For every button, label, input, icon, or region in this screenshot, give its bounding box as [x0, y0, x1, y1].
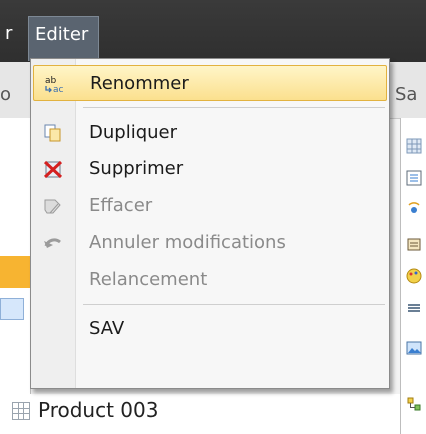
- menu-item-partial[interactable]: r: [5, 16, 12, 52]
- menu-item-label: Dupliquer: [89, 122, 178, 143]
- tree-icon[interactable]: [406, 396, 422, 412]
- menu-item-label: Renommer: [90, 73, 189, 94]
- palette-icon[interactable]: [406, 268, 422, 284]
- undo-icon: [44, 238, 61, 248]
- editer-dropdown-menu: ab ac Renommer Dupliquer Supprimer Effac…: [30, 58, 390, 389]
- menu-item-effacer[interactable]: Effacer: [33, 188, 387, 224]
- document-icon[interactable]: [406, 236, 422, 252]
- menu-item-relancement[interactable]: Relancement: [33, 262, 387, 298]
- menu-item-dupliquer[interactable]: Dupliquer: [33, 115, 387, 151]
- menu-item-sav[interactable]: SAV: [33, 311, 387, 347]
- delete-icon: [43, 160, 63, 179]
- stack-icon[interactable]: [406, 300, 422, 316]
- menu-item-label: Supprimer: [89, 158, 184, 179]
- menu-item-annuler-modifications[interactable]: Annuler modifications: [33, 225, 387, 261]
- list-icon[interactable]: [406, 170, 422, 186]
- menu-bar: r Editer: [0, 0, 426, 62]
- grid-icon[interactable]: [406, 138, 422, 154]
- menu-item-supprimer[interactable]: Supprimer: [33, 151, 387, 187]
- menu-separator: [83, 107, 385, 108]
- menu-separator: [83, 304, 385, 305]
- image-icon[interactable]: [406, 340, 422, 356]
- menu-item-editer[interactable]: Editer: [28, 16, 100, 61]
- broadcast-icon[interactable]: [406, 200, 422, 216]
- rename-icon: ab ac: [45, 76, 64, 94]
- menu-item-renommer[interactable]: ab ac Renommer: [33, 65, 387, 101]
- duplicate-icon: [44, 124, 61, 142]
- left-panel-selected-row[interactable]: [0, 256, 30, 288]
- menu-item-label: Effacer: [89, 195, 153, 216]
- erase-icon: [44, 199, 61, 214]
- grid-cell-icon: [12, 402, 30, 420]
- left-panel-field[interactable]: [0, 298, 24, 320]
- toolbar-fragment-right: Sa: [395, 84, 418, 105]
- menu-item-label: Annuler modifications: [89, 232, 286, 253]
- product-label: Product 003: [38, 398, 159, 422]
- menu-item-label: Relancement: [89, 269, 208, 290]
- toolbar-fragment-left: o: [0, 84, 12, 105]
- svg-text:ac: ac: [53, 85, 64, 94]
- menu-item-label: SAV: [89, 318, 125, 339]
